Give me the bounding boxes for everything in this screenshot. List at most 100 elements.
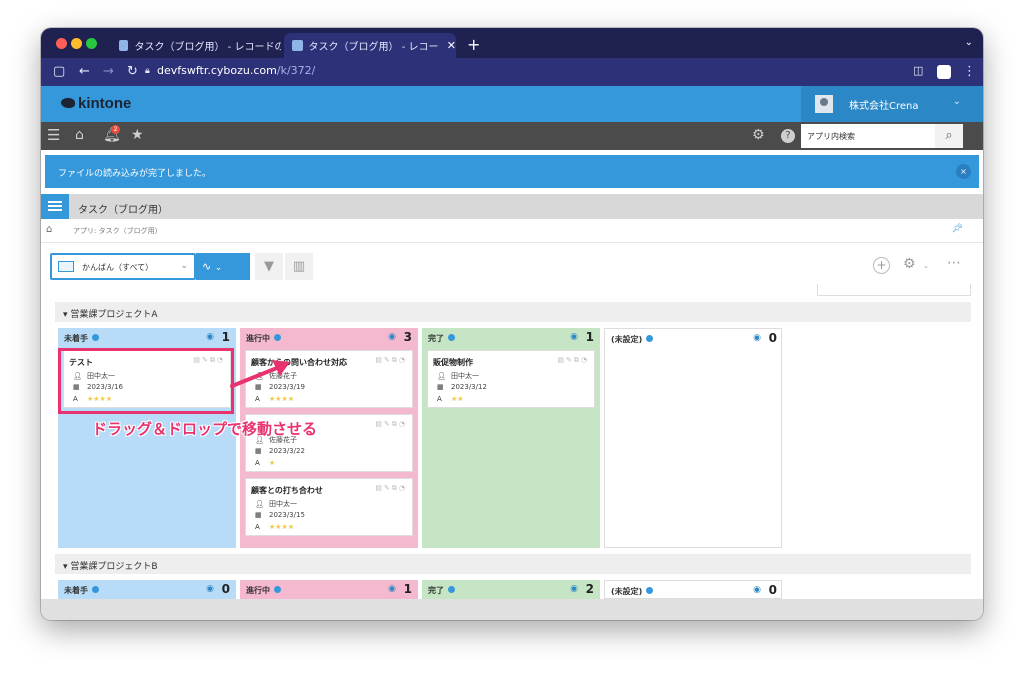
column-header: 未着手 ◉ 0	[58, 580, 236, 599]
hamburger-menu-icon[interactable]: ☰	[47, 126, 60, 144]
column-header: 完了 ◉ 2	[422, 580, 600, 599]
hide-eye-icon[interactable]: ◉	[753, 585, 761, 595]
close-tab-icon[interactable]: ✕	[447, 39, 456, 52]
url-host: devfswftr.cybozu.com	[157, 64, 277, 77]
tab-list-chevron-icon[interactable]: ⌄	[965, 37, 973, 48]
card-action-icons[interactable]: ▤✎⧉◔	[375, 484, 407, 493]
hide-eye-icon[interactable]: ◉	[570, 584, 578, 594]
chart-button[interactable]: ▥	[285, 253, 313, 280]
info-icon[interactable]	[646, 335, 654, 342]
group-header[interactable]: ▾ 営業課プロジェクトB	[55, 554, 971, 574]
pin-icon[interactable]: 📌︎	[952, 224, 963, 234]
info-icon[interactable]	[274, 586, 281, 593]
kanban-card[interactable]: 販促物制作 ▤✎⧉◔ 👤︎ 田中太一 ▦ 2023/3/12 A ★★	[427, 350, 595, 408]
minimize-window-icon[interactable]	[71, 38, 82, 49]
caret-down-icon: ▾	[63, 310, 68, 320]
card-date: 2023/3/12	[451, 383, 487, 391]
priority-label: A	[255, 395, 260, 403]
card-action-icons[interactable]: ▤✎⧉◔	[375, 356, 407, 365]
column-name: 完了	[428, 586, 444, 595]
url-path: /k/372/	[276, 64, 316, 77]
tab-label: タスク（ブログ用） - レコードの一覧	[134, 42, 281, 53]
breadcrumb-app[interactable]: アプリ: タスク（ブログ用）	[73, 226, 162, 236]
global-nav: ☰ ⌂ 🔔︎ 2 ★ ⚙ ? アプリ内検索 ⌕	[41, 122, 983, 150]
add-record-button[interactable]: +	[873, 257, 890, 274]
hide-eye-icon[interactable]: ◉	[570, 332, 578, 342]
horizontal-scrollbar[interactable]	[41, 599, 983, 620]
reload-icon[interactable]: ↻	[127, 64, 138, 79]
column-count: 1	[403, 582, 412, 596]
kintone-favicon-icon	[119, 40, 129, 51]
url-field[interactable]: devfswftr.cybozu.com/k/372/	[157, 64, 315, 77]
search-icon[interactable]: ⌕	[935, 124, 963, 148]
column-header: 未着手 ◉ 1	[58, 328, 236, 348]
settings-gear-icon[interactable]: ⚙	[903, 256, 916, 272]
column-name: (未設定)	[611, 335, 643, 344]
app-search-input[interactable]: アプリ内検索	[801, 124, 935, 148]
forward-arrow-icon[interactable]: →	[103, 64, 114, 79]
kintone-logo[interactable]: kintone	[61, 95, 131, 112]
column-count: 3	[403, 330, 412, 344]
info-icon[interactable]	[92, 334, 99, 341]
person-icon: 👤︎	[255, 500, 264, 508]
close-notification-button[interactable]: ×	[956, 164, 971, 179]
graph-button[interactable]: ∿ ⌄	[196, 253, 250, 280]
reader-mode-icon[interactable]: ◫	[913, 64, 923, 77]
card-date: 2023/3/22	[269, 447, 305, 455]
tab-bar: タスク（ブログ用） - レコードの一覧 タスク（ブログ用） - レコードの···…	[41, 28, 983, 58]
sidebar-toggle-icon[interactable]: ▢	[53, 64, 65, 79]
column-count: 0	[768, 583, 777, 597]
kanban-column: (未設定) ◉ 0	[604, 328, 782, 548]
hide-eye-icon[interactable]: ◉	[206, 584, 214, 594]
more-options-icon[interactable]: ⋯	[947, 255, 961, 271]
hide-eye-icon[interactable]: ◉	[388, 332, 396, 342]
address-bar: ▢ ← → ↻ 🔒︎ devfswftr.cybozu.com/k/372/ ◫…	[41, 58, 983, 86]
filter-button[interactable]: ▼	[255, 253, 283, 280]
view-selector[interactable]: かんばん（すべて） ⌄	[50, 253, 196, 280]
info-icon[interactable]	[646, 587, 654, 594]
help-icon[interactable]: ?	[781, 129, 795, 143]
browser-window: タスク（ブログ用） - レコードの一覧 タスク（ブログ用） - レコードの···…	[41, 28, 983, 620]
info-icon[interactable]	[448, 334, 455, 341]
column-count: 0	[221, 582, 230, 596]
view-name: かんばん（すべて）	[82, 263, 154, 272]
back-arrow-icon[interactable]: ←	[79, 64, 90, 79]
caret-down-icon: ▾	[63, 562, 68, 572]
gear-icon[interactable]: ⚙	[752, 127, 765, 143]
maximize-window-icon[interactable]	[86, 38, 97, 49]
app-title-bar: タスク（ブログ用）	[41, 194, 983, 219]
user-name: 株式会社Crena	[849, 101, 919, 112]
priority-stars: ★★	[451, 395, 464, 403]
profile-icon[interactable]	[937, 65, 951, 79]
column-header: (未設定) ◉ 0	[605, 581, 781, 598]
notification-text: ファイルの読み込みが完了しました。	[58, 169, 212, 179]
kanban-card[interactable]: 顧客との打ち合わせ ▤✎⧉◔ 👤︎ 田中太一 ▦ 2023/3/15 A ★★★★	[245, 478, 413, 536]
group-name: 営業課プロジェクトB	[70, 562, 158, 572]
hide-eye-icon[interactable]: ◉	[388, 584, 396, 594]
user-menu[interactable]: 株式会社Crena ⌄	[801, 86, 983, 122]
info-icon[interactable]	[448, 586, 455, 593]
chevron-down-icon[interactable]: ⌄	[923, 262, 929, 270]
card-action-icons[interactable]: ▤✎⧉◔	[375, 420, 407, 429]
kanban-column: 未着手 ◉ 0	[58, 580, 236, 599]
home-icon[interactable]: ⌂	[75, 127, 84, 143]
hide-eye-icon[interactable]: ◉	[753, 333, 761, 343]
browser-menu-icon[interactable]: ⋮	[963, 64, 976, 79]
kanban-column: 完了 ◉ 1 販促物制作 ▤✎⧉◔ 👤︎ 田中太一 ▦ 2023/3/12 A ★★	[422, 328, 600, 548]
hide-eye-icon[interactable]: ◉	[206, 332, 214, 342]
column-header: (未設定) ◉ 0	[605, 329, 783, 349]
group-header[interactable]: ▾ 営業課プロジェクトA	[55, 302, 971, 322]
home-icon[interactable]: ⌂	[46, 224, 52, 235]
info-icon[interactable]	[274, 334, 281, 341]
new-tab-button[interactable]: +	[467, 35, 480, 54]
group-name: 営業課プロジェクトA	[70, 310, 158, 320]
browser-tab-1[interactable]: タスク（ブログ用） - レコードの一覧	[111, 33, 281, 58]
info-icon[interactable]	[92, 586, 99, 593]
priority-stars: ★★★★	[269, 523, 295, 531]
card-action-icons[interactable]: ▤✎⧉◔	[557, 356, 589, 365]
browser-tab-2[interactable]: タスク（ブログ用） - レコードの··· ✕	[284, 33, 456, 58]
column-name: 進行中	[246, 586, 270, 595]
column-header: 進行中 ◉ 3	[240, 328, 418, 348]
close-window-icon[interactable]	[56, 38, 67, 49]
star-icon[interactable]: ★	[131, 127, 144, 143]
